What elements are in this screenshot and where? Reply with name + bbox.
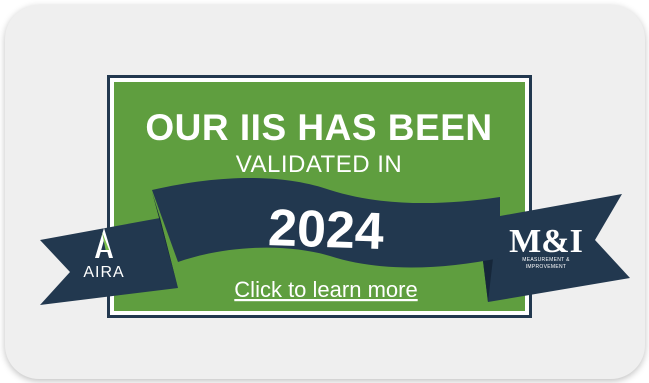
mi-logo-subtext-1: MEASUREMENT & — [522, 257, 570, 263]
badge-subheadline: VALIDATED IN — [236, 151, 402, 178]
badge-headline: OUR IIS HAS BEEN — [145, 107, 492, 148]
learn-more-link[interactable]: Click to learn more — [234, 277, 417, 302]
aira-logo-text: AIRA — [83, 264, 124, 281]
mi-logo-subtext-2: IMPROVEMENT — [526, 264, 567, 270]
badge-year: 2024 — [267, 199, 385, 261]
validation-badge[interactable]: OUR IIS HAS BEEN VALIDATED IN 2024 AIRA … — [0, 0, 649, 383]
mi-logo-text: M&I — [509, 223, 583, 260]
